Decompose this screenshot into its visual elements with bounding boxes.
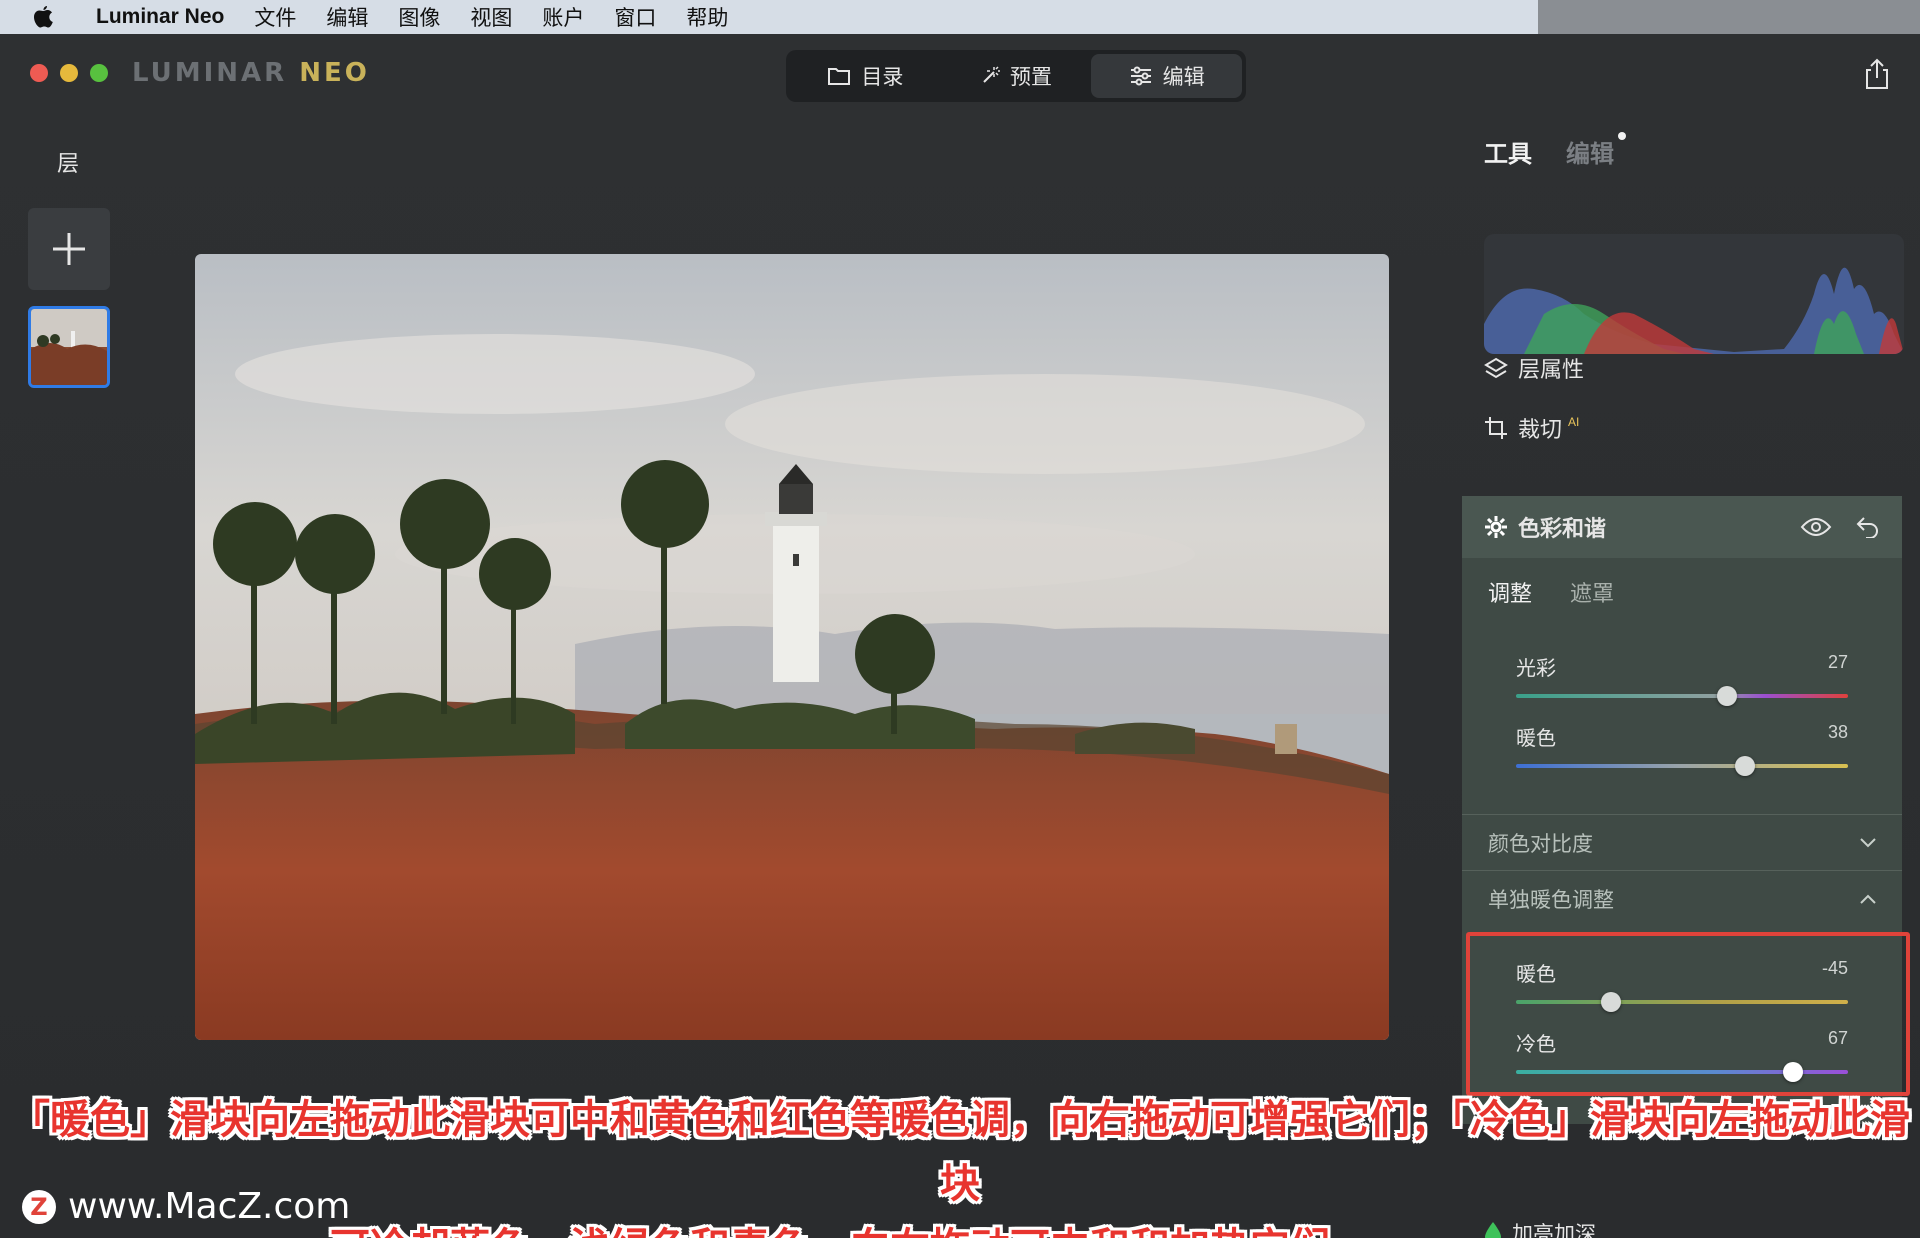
subtab-adjust[interactable]: 调整 [1488,576,1532,608]
mode-presets-button[interactable]: 预置 [941,54,1092,98]
harmony-subtabs: 调整 遮罩 [1462,576,1902,608]
watermark-text: www.MacZ.com [68,1186,351,1227]
magic-wand-icon [983,66,1000,83]
undo-icon[interactable] [1856,516,1880,538]
annotation-highlight-box [1466,932,1910,1096]
ai-badge: AI [1568,415,1580,429]
site-watermark: Z www.MacZ.com [22,1186,350,1227]
mode-catalog-button[interactable]: 目录 [790,54,941,98]
brand-logo: LUMINAR NEO [132,58,370,88]
app-menu[interactable]: Luminar Neo [96,5,224,29]
tool-layer-properties-label: 层属性 [1518,357,1585,382]
mode-catalog-label: 目录 [861,66,904,89]
layer-thumbnail[interactable] [28,306,110,388]
apple-icon[interactable] [30,4,56,30]
color-harmony-title: 色彩和谐 [1518,516,1607,541]
mode-presets-label: 预置 [1010,66,1052,89]
brand-suffix: NEO [299,58,370,88]
layers-title: 层 [57,151,80,176]
brand-name: LUMINAR [132,58,288,88]
mode-switcher: 目录 预置 编辑 [786,50,1246,102]
add-layer-button[interactable] [28,208,110,290]
layers-icon [1484,357,1508,379]
lighthouse-photo [195,254,1389,1040]
slider-brilliance-track[interactable] [1516,694,1848,698]
close-button[interactable] [30,64,48,82]
zoom-button[interactable] [90,64,108,82]
slider-warmth-label: 暖色 [1516,728,1556,750]
minimize-button[interactable] [60,64,78,82]
mode-edit-button[interactable]: 编辑 [1091,54,1243,98]
share-icon [1866,58,1888,89]
macos-menubar: Luminar Neo 文件 编辑 图像 视图 账户 窗口 帮助 [0,0,1920,34]
edits-indicator-dot [1618,132,1626,140]
menu-account[interactable]: 账户 [542,2,584,32]
section-split-warmth[interactable]: 单独暖色调整 [1462,870,1902,926]
share-button[interactable] [1862,58,1892,90]
slider-brilliance-knob[interactable] [1716,686,1737,706]
chevron-down-icon [1860,837,1876,847]
plus-icon [53,233,85,265]
window-controls [30,64,108,82]
menu-window[interactable]: 窗口 [614,2,656,32]
menubar-status-area [1538,0,1920,34]
watermark-logo: Z [22,1189,56,1224]
slider-warmth[interactable]: 暖色 38 [1516,722,1848,776]
slider-warmth-track[interactable] [1516,764,1848,768]
eye-icon[interactable] [1800,517,1832,537]
menu-file[interactable]: 文件 [254,2,296,32]
menu-view[interactable]: 视图 [470,2,512,32]
color-harmony-header[interactable]: 色彩和谐 [1462,496,1902,558]
tab-tools[interactable]: 工具 [1484,134,1532,169]
menu-help[interactable]: 帮助 [686,2,728,32]
chevron-up-icon [1860,894,1876,904]
slider-brilliance-value: 27 [1827,652,1848,672]
tool-crop-label: 裁切 [1518,417,1563,442]
folder-icon [828,68,851,85]
histogram [1484,234,1904,354]
section-split-warmth-label: 单独暖色调整 [1488,888,1614,912]
app-window: LUMINAR NEO 目录 预置 编辑 层 工具 编辑 层属性 裁切 AI 色… [0,34,1920,1238]
slider-brilliance-label: 光彩 [1516,658,1556,680]
gear-icon [1485,516,1507,538]
tab-edits[interactable]: 编辑 [1566,132,1626,169]
main-photo-canvas[interactable] [195,254,1389,1040]
slider-brilliance[interactable]: 光彩 27 [1516,652,1848,706]
menu-edit[interactable]: 编辑 [326,2,368,32]
subtab-mask[interactable]: 遮罩 [1570,576,1614,608]
right-panel-tabs: 工具 编辑 [1484,132,1626,169]
mode-edit-label: 编辑 [1162,66,1205,89]
section-color-contrast[interactable]: 颜色对比度 [1462,814,1902,870]
section-color-contrast-label: 颜色对比度 [1488,832,1593,856]
tool-crop[interactable]: 裁切 AI [1484,412,1579,444]
slider-warmth-value: 38 [1827,722,1848,742]
sliders-icon [1130,66,1151,86]
tab-edits-label: 编辑 [1566,141,1614,168]
tool-layer-properties[interactable]: 层属性 [1484,352,1584,384]
menu-image[interactable]: 图像 [398,2,440,32]
crop-icon [1485,417,1507,439]
slider-warmth-knob[interactable] [1735,756,1756,776]
